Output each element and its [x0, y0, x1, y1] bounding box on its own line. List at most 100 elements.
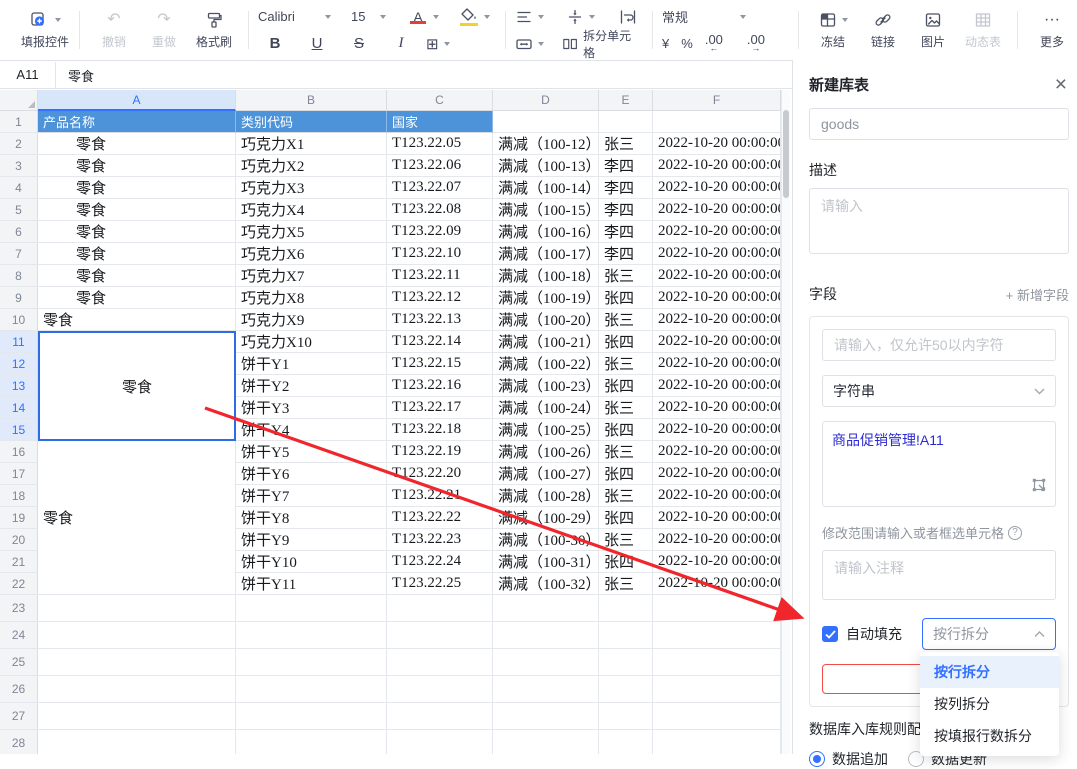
row-header-5[interactable]: 5 [0, 199, 38, 221]
currency-button[interactable]: ¥ [662, 36, 669, 51]
cell-A2[interactable]: 零食 [38, 133, 236, 155]
col-header-F[interactable]: F [653, 90, 781, 111]
cell-D24[interactable] [493, 622, 599, 649]
cell-C15[interactable]: T123.22.18 [387, 419, 493, 441]
cell-F5[interactable]: 2022-10-20 00:00:00 [653, 199, 781, 221]
cell-A24[interactable] [38, 622, 236, 649]
fill-widget-button[interactable]: 填报控件 [20, 10, 70, 50]
cell-B1[interactable]: 类别代码 [236, 111, 387, 133]
cell-B13[interactable]: 饼干Y2 [236, 375, 387, 397]
cell-A4[interactable]: 零食 [38, 177, 236, 199]
cell-C24[interactable] [387, 622, 493, 649]
menu-item-按填报行数拆分[interactable]: 按填报行数拆分 [920, 720, 1059, 752]
cell-E12[interactable]: 张三 [599, 353, 653, 375]
cell-E15[interactable]: 张四 [599, 419, 653, 441]
cell-D2[interactable]: 满减（100-12） [493, 133, 599, 155]
cell-F16[interactable]: 2022-10-20 00:00:00 [653, 441, 781, 463]
cell-E13[interactable]: 张四 [599, 375, 653, 397]
cell-B9[interactable]: 巧克力X8 [236, 287, 387, 309]
formula-input[interactable]: 零食 [56, 66, 94, 85]
cell-F3[interactable]: 2022-10-20 00:00:00 [653, 155, 781, 177]
row-header-9[interactable]: 9 [0, 287, 38, 309]
cell-F20[interactable]: 2022-10-20 00:00:00 [653, 529, 781, 551]
col-header-D[interactable]: D [493, 90, 599, 111]
cell-D13[interactable]: 满减（100-23） [493, 375, 599, 397]
cell-E16[interactable]: 张三 [599, 441, 653, 463]
cell-C28[interactable] [387, 730, 493, 754]
cell-D14[interactable]: 满减（100-24） [493, 397, 599, 419]
cell-B11[interactable]: 巧克力X10 [236, 331, 387, 353]
font-size-select[interactable]: 15 [337, 9, 386, 24]
decrease-decimal-button[interactable]: .00 ← [705, 35, 735, 53]
cell-F8[interactable]: 2022-10-20 00:00:00 [653, 265, 781, 287]
cell-D12[interactable]: 满减（100-22） [493, 353, 599, 375]
cell-E18[interactable]: 张三 [599, 485, 653, 507]
cell-C1[interactable]: 国家 [387, 111, 493, 133]
cell-C23[interactable] [387, 595, 493, 622]
cell-C27[interactable] [387, 703, 493, 730]
cell-B18[interactable]: 饼干Y7 [236, 485, 387, 507]
row-header-7[interactable]: 7 [0, 243, 38, 265]
cell-F15[interactable]: 2022-10-20 00:00:00 [653, 419, 781, 441]
cell-C22[interactable]: T123.22.25 [387, 573, 493, 595]
cell-E4[interactable]: 李四 [599, 177, 653, 199]
help-icon[interactable]: ? [1008, 526, 1022, 540]
cell-E6[interactable]: 李四 [599, 221, 653, 243]
fill-color-button[interactable] [459, 8, 490, 26]
cell-B25[interactable] [236, 649, 387, 676]
cell-A9[interactable]: 零食 [38, 287, 236, 309]
cell-F21[interactable]: 2022-10-20 00:00:00 [653, 551, 781, 573]
row-header-22[interactable]: 22 [0, 573, 38, 595]
cell-B12[interactable]: 饼干Y1 [236, 353, 387, 375]
cell-A7[interactable]: 零食 [38, 243, 236, 265]
cell-D6[interactable]: 满减（100-16） [493, 221, 599, 243]
horizontal-align-button[interactable] [515, 9, 544, 25]
cell-F11[interactable]: 2022-10-20 00:00:00 [653, 331, 781, 353]
cell-D18[interactable]: 满减（100-28） [493, 485, 599, 507]
wrap-text-button[interactable] [619, 9, 637, 25]
cell-C9[interactable]: T123.22.12 [387, 287, 493, 309]
row-header-19[interactable]: 19 [0, 507, 38, 529]
cell-D17[interactable]: 满减（100-27） [493, 463, 599, 485]
row-header-2[interactable]: 2 [0, 133, 38, 155]
cell-F17[interactable]: 2022-10-20 00:00:00 [653, 463, 781, 485]
cell-A26[interactable] [38, 676, 236, 703]
cell-C25[interactable] [387, 649, 493, 676]
row-header-26[interactable]: 26 [0, 676, 38, 703]
cell-D20[interactable]: 满减（100-30） [493, 529, 599, 551]
cell-F24[interactable] [653, 622, 781, 649]
cell-D3[interactable]: 满减（100-13） [493, 155, 599, 177]
increase-decimal-button[interactable]: .00 → [747, 35, 777, 53]
cell-E24[interactable] [599, 622, 653, 649]
cell-C26[interactable] [387, 676, 493, 703]
cell-D15[interactable]: 满减（100-25） [493, 419, 599, 441]
col-header-A[interactable]: A [38, 90, 236, 111]
number-format-select[interactable]: 常规 [662, 7, 746, 26]
row-header-24[interactable]: 24 [0, 622, 38, 649]
merge-cells-button[interactable] [515, 36, 544, 52]
cell-F1[interactable] [653, 111, 781, 133]
row-header-25[interactable]: 25 [0, 649, 38, 676]
cell-E27[interactable] [599, 703, 653, 730]
cell-B8[interactable]: 巧克力X7 [236, 265, 387, 287]
cell-D22[interactable]: 满减（100-32） [493, 573, 599, 595]
cell-C3[interactable]: T123.22.06 [387, 155, 493, 177]
cell-F9[interactable]: 2022-10-20 00:00:00 [653, 287, 781, 309]
cell-D4[interactable]: 满减（100-14） [493, 177, 599, 199]
cell-C19[interactable]: T123.22.22 [387, 507, 493, 529]
cell-F6[interactable]: 2022-10-20 00:00:00 [653, 221, 781, 243]
row-header-27[interactable]: 27 [0, 703, 38, 730]
cell-name-box[interactable]: A11 [0, 62, 56, 89]
cell-F18[interactable]: 2022-10-20 00:00:00 [653, 485, 781, 507]
more-button[interactable]: ··· 更多 [1027, 10, 1077, 50]
cell-F22[interactable]: 2022-10-20 00:00:00 [653, 573, 781, 595]
cell-B4[interactable]: 巧克力X3 [236, 177, 387, 199]
cell-E22[interactable]: 张三 [599, 573, 653, 595]
row-header-13[interactable]: 13 [0, 375, 38, 397]
row-header-6[interactable]: 6 [0, 221, 38, 243]
cell-F4[interactable]: 2022-10-20 00:00:00 [653, 177, 781, 199]
cell-C10[interactable]: T123.22.13 [387, 309, 493, 331]
radio-selected-icon[interactable] [809, 751, 825, 767]
table-name-input[interactable] [809, 108, 1069, 140]
cell-E19[interactable]: 张四 [599, 507, 653, 529]
